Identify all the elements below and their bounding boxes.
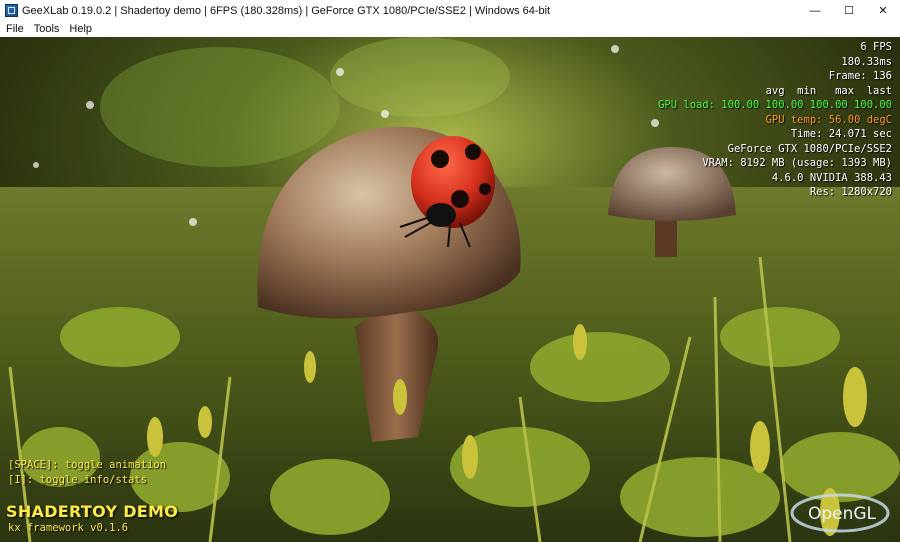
- keyboard-help: [SPACE]: toggle animation [I]: toggle in…: [8, 458, 166, 487]
- maximize-icon: ☐: [844, 5, 854, 17]
- geexlab-app-icon[interactable]: [5, 4, 18, 17]
- window-controls: — ☐ ✕: [798, 0, 900, 21]
- hud-gpu-load: GPU load: 100.00 100.00 100.00 100.00: [658, 99, 892, 111]
- hud-time: Time: 24.071 sec: [790, 128, 892, 140]
- opengl-logo-text: OpenGL: [808, 504, 877, 524]
- hud-frame: Frame: 136: [828, 70, 892, 82]
- demo-title: SHADERTOY DEMO: [6, 502, 179, 521]
- help-space-key: [SPACE]: toggle animation: [8, 459, 167, 471]
- hud-fps: 6 FPS: [860, 41, 892, 53]
- stats-overlay: 6 FPS 180.33ms Frame: 136 avg min max la…: [658, 40, 892, 200]
- menu-bar: File Tools Help: [0, 21, 900, 37]
- minimize-button[interactable]: —: [798, 0, 832, 21]
- menu-tools[interactable]: Tools: [30, 23, 64, 35]
- menu-help[interactable]: Help: [65, 23, 96, 35]
- hud-stat-header: avg min max last: [765, 84, 892, 97]
- hud-gl-version: 4.6.0 NVIDIA 388.43: [771, 171, 892, 184]
- opengl-logo: OpenGL: [790, 493, 890, 533]
- maximize-button[interactable]: ☐: [832, 0, 866, 21]
- render-viewport[interactable]: 6 FPS 180.33ms Frame: 136 avg min max la…: [0, 37, 900, 542]
- close-button[interactable]: ✕: [866, 0, 900, 21]
- hud-frametime: 180.33ms: [841, 55, 892, 68]
- menu-file[interactable]: File: [2, 23, 28, 35]
- hud-renderer: GeForce GTX 1080/PCIe/SSE2: [727, 142, 892, 155]
- help-i-key: [I]: toggle info/stats: [8, 473, 148, 486]
- hud-vram: VRAM: 8192 MB (usage: 1393 MB): [702, 157, 892, 169]
- window-title: GeeXLab 0.19.0.2 | Shadertoy demo | 6FPS…: [22, 4, 551, 17]
- window-titlebar[interactable]: GeeXLab 0.19.0.2 | Shadertoy demo | 6FPS…: [0, 0, 900, 22]
- framework-version: kx framework v0.1.6: [8, 522, 129, 534]
- hud-gpu-temp: GPU temp: 56.00 degC: [765, 113, 892, 126]
- minimize-icon: —: [809, 4, 821, 17]
- hud-resolution: Res: 1280x720: [809, 186, 892, 198]
- close-icon: ✕: [878, 5, 888, 17]
